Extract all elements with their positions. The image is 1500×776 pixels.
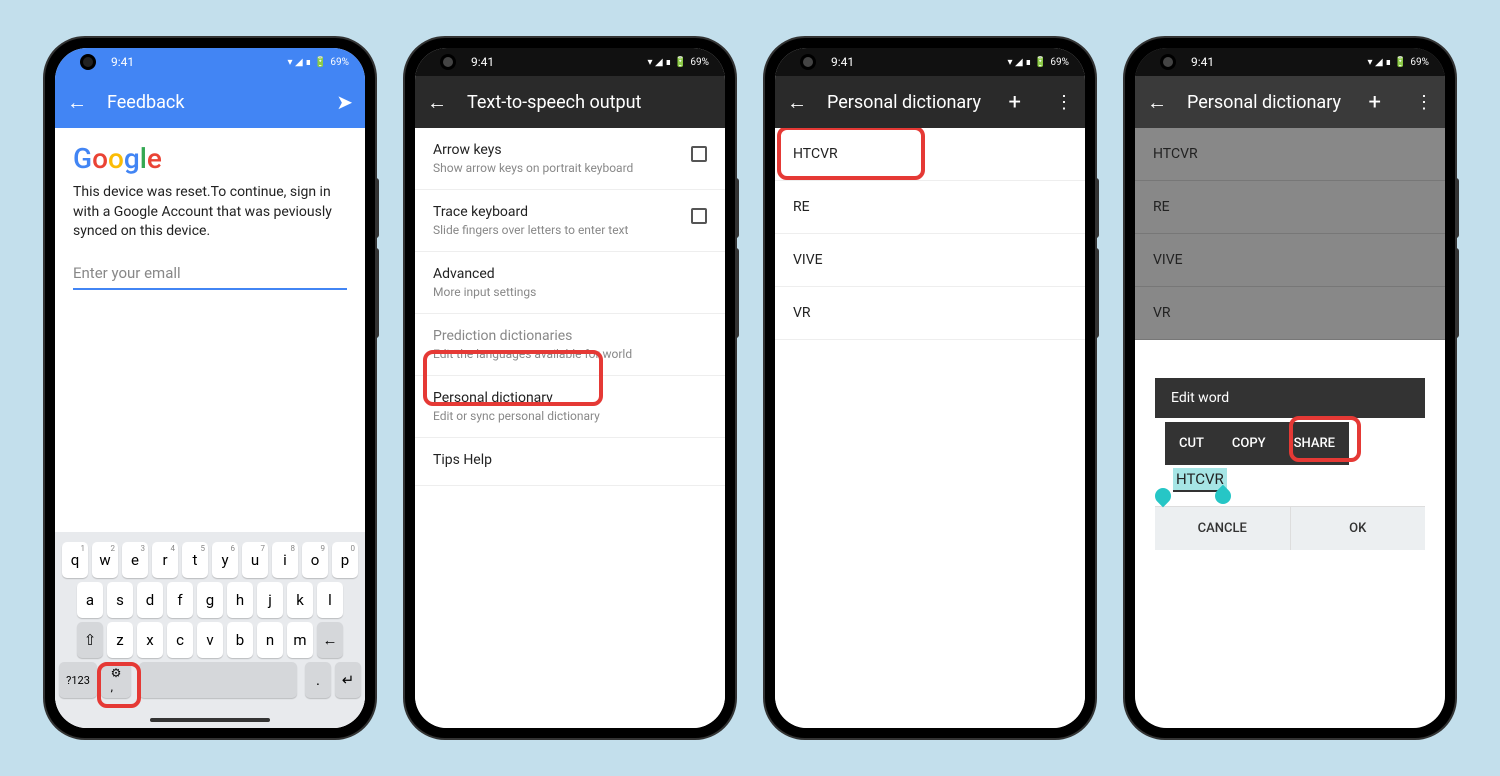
key-k[interactable]: k <box>287 582 313 618</box>
shift-key[interactable]: ⇧ <box>77 622 103 658</box>
add-icon[interactable]: + <box>1009 90 1021 115</box>
camera-hole <box>1163 57 1173 67</box>
camera-hole <box>443 57 453 67</box>
phone-2: 9:41 ▾ ◢ ∎ 🔋 69% ← Text-to-speech output… <box>405 38 735 738</box>
key-x[interactable]: x <box>137 622 163 658</box>
email-field[interactable]: Enter your emall <box>73 264 347 290</box>
space-key[interactable] <box>139 662 297 698</box>
back-icon[interactable]: ← <box>1147 90 1167 115</box>
key-e[interactable]: e3 <box>122 542 148 578</box>
more-icon[interactable]: ⋮ <box>1415 92 1433 113</box>
cancel-button[interactable]: CANCLE <box>1155 507 1290 550</box>
dict-word: RE <box>1135 181 1445 234</box>
key-q[interactable]: q1 <box>62 542 88 578</box>
setting-row[interactable]: Trace keyboardSlide fingers over letters… <box>415 190 725 252</box>
key-s[interactable]: s <box>107 582 133 618</box>
key-v[interactable]: v <box>197 622 223 658</box>
status-bar: 9:41 ▾ ◢ ∎ 🔋 69% <box>775 48 1085 76</box>
frp-message: This device was reset.To continue, sign … <box>55 183 365 242</box>
key-c[interactable]: c <box>167 622 193 658</box>
app-title: Feedback <box>107 92 316 113</box>
setting-row[interactable]: Arrow keysShow arrow keys on portrait ke… <box>415 128 725 190</box>
key-w[interactable]: w2 <box>92 542 118 578</box>
dict-word[interactable]: RE <box>775 181 1085 234</box>
key-n[interactable]: n <box>257 622 283 658</box>
key-u[interactable]: u7 <box>242 542 268 578</box>
send-icon[interactable]: ➤ <box>336 90 353 114</box>
checkbox[interactable] <box>691 208 707 224</box>
status-icons: ▾ ◢ ∎ 🔋 69% <box>287 57 349 68</box>
app-bar: ← Personal dictionary + ⋮ <box>775 76 1085 128</box>
setting-row[interactable]: AdvancedMore input settings <box>415 252 725 314</box>
status-bar: 9:41 ▾ ◢ ∎ 🔋 69% <box>415 48 725 76</box>
key-f[interactable]: f <box>167 582 193 618</box>
google-logo: Google <box>55 128 365 183</box>
key-d[interactable]: d <box>137 582 163 618</box>
phone-3: 9:41 ▾ ◢ ∎ 🔋 69% ← Personal dictionary +… <box>765 38 1095 738</box>
key-o[interactable]: o9 <box>302 542 328 578</box>
key-b[interactable]: b <box>227 622 253 658</box>
key-y[interactable]: y6 <box>212 542 238 578</box>
dict-word: VIVE <box>1135 234 1445 287</box>
key-r[interactable]: r4 <box>152 542 178 578</box>
back-icon[interactable]: ← <box>787 90 807 115</box>
selection-handle-left[interactable] <box>1152 485 1175 508</box>
camera-hole <box>803 57 813 67</box>
dict-word[interactable]: VR <box>775 287 1085 340</box>
app-bar: ← Feedback ➤ <box>55 76 365 128</box>
phone-4: 9:41 ▾ ◢ ∎ 🔋 69% ← Personal dictionary +… <box>1125 38 1455 738</box>
more-icon[interactable]: ⋮ <box>1055 92 1073 113</box>
dict-word: VR <box>1135 287 1445 340</box>
camera-hole <box>83 57 93 67</box>
key-z[interactable]: z <box>107 622 133 658</box>
phone-1: 9:41 ▾ ◢ ∎ 🔋 69% ← Feedback ➤ Google Thi… <box>45 38 375 738</box>
key-t[interactable]: t5 <box>182 542 208 578</box>
key-m[interactable]: m <box>287 622 313 658</box>
highlight-word-htcvr <box>777 128 925 180</box>
app-title: Text-to-speech output <box>467 92 713 113</box>
app-title: Personal dictionary <box>1187 92 1349 113</box>
app-title: Personal dictionary <box>827 92 989 113</box>
back-icon[interactable]: ← <box>427 90 447 115</box>
status-bar: 9:41 ▾ ◢ ∎ 🔋 69% <box>55 48 365 76</box>
key-p[interactable]: p0 <box>332 542 358 578</box>
highlight-personal-dictionary <box>423 350 603 406</box>
key-h[interactable]: h <box>227 582 253 618</box>
ok-button[interactable]: OK <box>1290 507 1426 550</box>
key-g[interactable]: g <box>197 582 223 618</box>
symbols-key[interactable]: ?123 <box>59 662 97 698</box>
key-j[interactable]: j <box>257 582 283 618</box>
add-icon[interactable]: + <box>1369 90 1381 115</box>
status-bar: 9:41 ▾ ◢ ∎ 🔋 69% <box>1135 48 1445 76</box>
enter-key[interactable]: ↵ <box>335 662 361 698</box>
key-i[interactable]: i8 <box>272 542 298 578</box>
period-key[interactable]: . <box>305 662 331 698</box>
status-time: 9:41 <box>111 55 134 69</box>
key-l[interactable]: l <box>317 582 343 618</box>
dialog-title: Edit word <box>1155 378 1425 418</box>
dict-word: HTCVR <box>1135 128 1445 181</box>
app-bar: ← Text-to-speech output <box>415 76 725 128</box>
backspace-key[interactable]: ← <box>317 622 343 658</box>
keyboard: q1w2e3r4t5y6u7i8o9p0 asdfghjkl ⇧ zxcvbnm… <box>55 532 365 728</box>
highlight-settings-key <box>97 662 141 708</box>
checkbox[interactable] <box>691 146 707 162</box>
dict-word[interactable]: VIVE <box>775 234 1085 287</box>
edit-word-dialog: Edit word CUT COPY SHARE HTCVR CANCLE OK <box>1155 378 1425 550</box>
nav-handle[interactable] <box>150 718 270 722</box>
tips-help-row[interactable]: Tips Help <box>415 438 725 486</box>
key-a[interactable]: a <box>77 582 103 618</box>
back-icon[interactable]: ← <box>67 90 87 115</box>
app-bar: ← Personal dictionary + ⋮ <box>1135 76 1445 128</box>
